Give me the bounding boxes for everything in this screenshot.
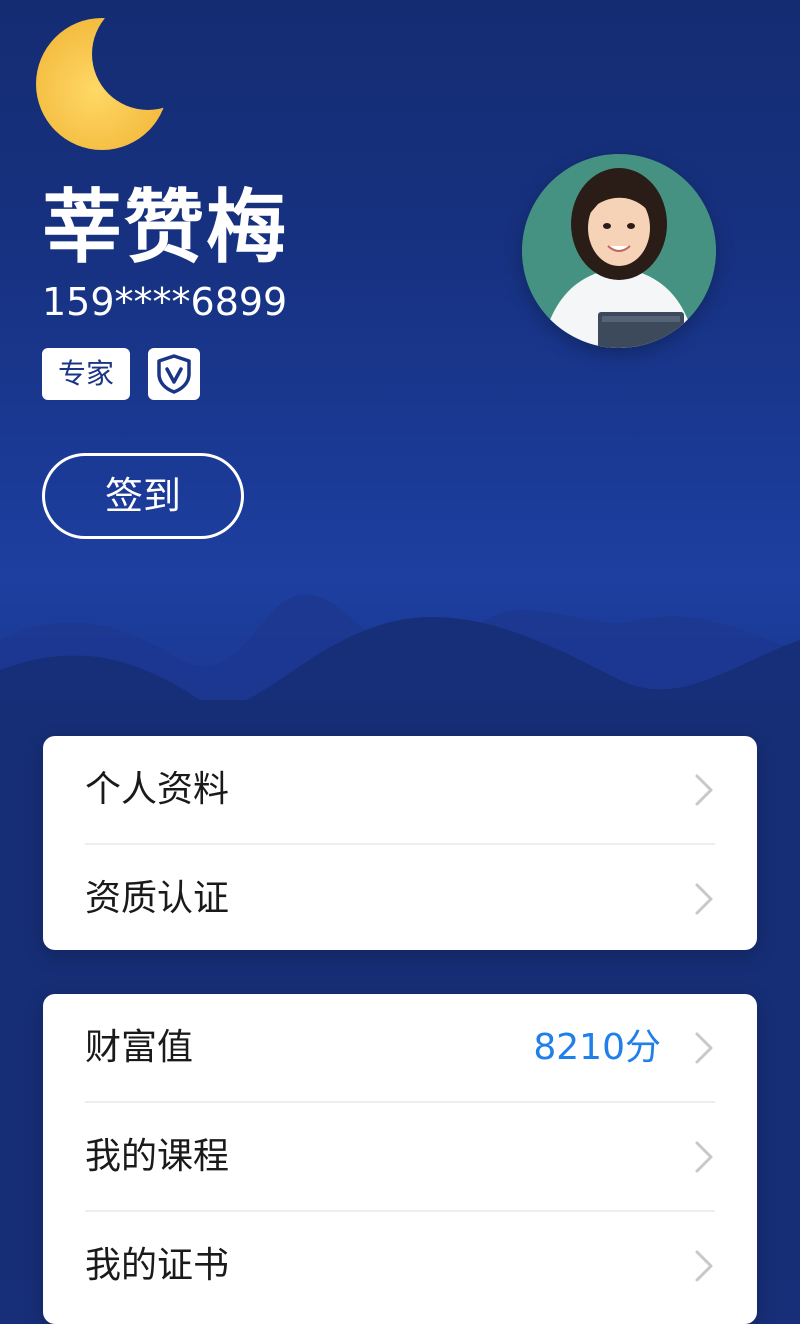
chevron-right-icon [695,1141,713,1173]
badge-group: 专家 [42,348,200,400]
chevron-right-icon [695,1250,713,1282]
chevron-right-icon [695,1032,713,1064]
menu-item-personal-info[interactable]: 个人资料 [85,736,715,843]
menu-item-label: 财富值 [85,1027,194,1068]
chevron-right-icon [695,883,713,915]
wealth-value: 8210分 [533,1027,661,1068]
verified-badge [148,348,200,400]
chevron-right-icon [695,774,713,806]
phone-number: 159****6899 [42,280,288,324]
menu-item-my-courses[interactable]: 我的课程 [85,1101,715,1210]
menu-card-profile: 个人资料 资质认证 [43,736,757,950]
avatar-image [522,154,716,348]
checkin-button[interactable]: 签到 [42,453,244,539]
moon-icon [36,18,168,150]
avatar[interactable] [522,154,716,348]
menu-item-label: 资质认证 [85,878,230,919]
shield-check-icon [157,354,191,394]
menu-item-label: 我的课程 [85,1136,230,1177]
user-name: 莘赞梅 [42,181,288,274]
expert-badge: 专家 [42,348,130,400]
menu-card-assets: 财富值 8210分 我的课程 我的证书 [43,994,757,1324]
menu-item-wealth[interactable]: 财富值 8210分 [85,994,715,1101]
profile-header: 莘赞梅 159****6899 专家 签到 [0,0,800,760]
menu-item-label: 个人资料 [85,769,230,810]
menu-item-my-certificates[interactable]: 我的证书 [85,1210,715,1319]
menu-item-qualification[interactable]: 资质认证 [85,843,715,952]
menu-item-label: 我的证书 [85,1245,230,1286]
